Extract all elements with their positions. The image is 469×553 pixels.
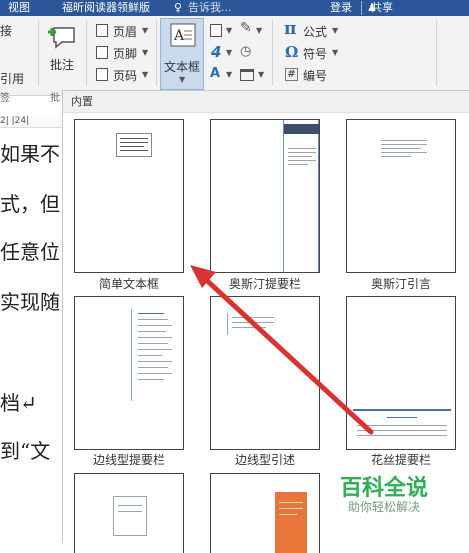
annotation-arrow [190,265,374,435]
watermark-subtitle: 助你轻松解决 [348,500,421,514]
